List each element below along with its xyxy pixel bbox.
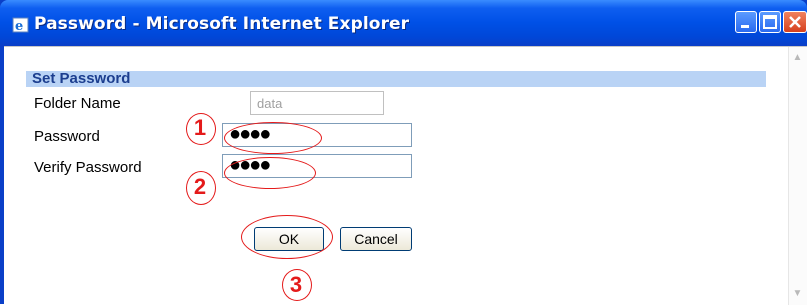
scroll-down-icon[interactable]: ▼: [791, 287, 804, 301]
scroll-up-icon[interactable]: ▲: [791, 51, 804, 65]
annotation-circle-1: [186, 113, 216, 145]
annotation-ellipse-password: [224, 122, 322, 154]
password-label: Password: [34, 128, 100, 145]
folder-name-label: Folder Name: [34, 95, 121, 112]
window-title: Password - Microsoft Internet Explorer: [34, 14, 410, 34]
folder-name-value: data: [257, 96, 283, 111]
svg-text:e: e: [15, 19, 23, 34]
close-button[interactable]: [783, 11, 807, 33]
title-bar[interactable]: e Password - Microsoft Internet Explorer: [0, 0, 807, 46]
maximize-button[interactable]: [759, 11, 781, 33]
annotation-ellipse-verify: [224, 157, 316, 189]
ie-window: e Password - Microsoft Internet Explorer…: [0, 0, 807, 305]
annotation-circle-3: [282, 269, 312, 301]
minimize-button[interactable]: [735, 11, 757, 33]
folder-name-field: data: [250, 91, 384, 115]
verify-password-label: Verify Password: [34, 159, 142, 176]
section-title: Set Password: [32, 70, 131, 87]
annotation-ellipse-ok: [241, 215, 333, 259]
ie-icon: e: [12, 17, 29, 34]
dialog-content: Set Password Folder Name data Password ●…: [4, 46, 807, 305]
section-header-bar: [26, 71, 766, 87]
minimize-icon: [741, 25, 749, 28]
annotation-circle-2: [186, 171, 216, 205]
cancel-button[interactable]: Cancel: [340, 227, 412, 251]
maximize-icon: [763, 15, 777, 29]
vertical-scrollbar[interactable]: ▲ ▼: [788, 47, 807, 305]
close-icon: [789, 16, 801, 28]
